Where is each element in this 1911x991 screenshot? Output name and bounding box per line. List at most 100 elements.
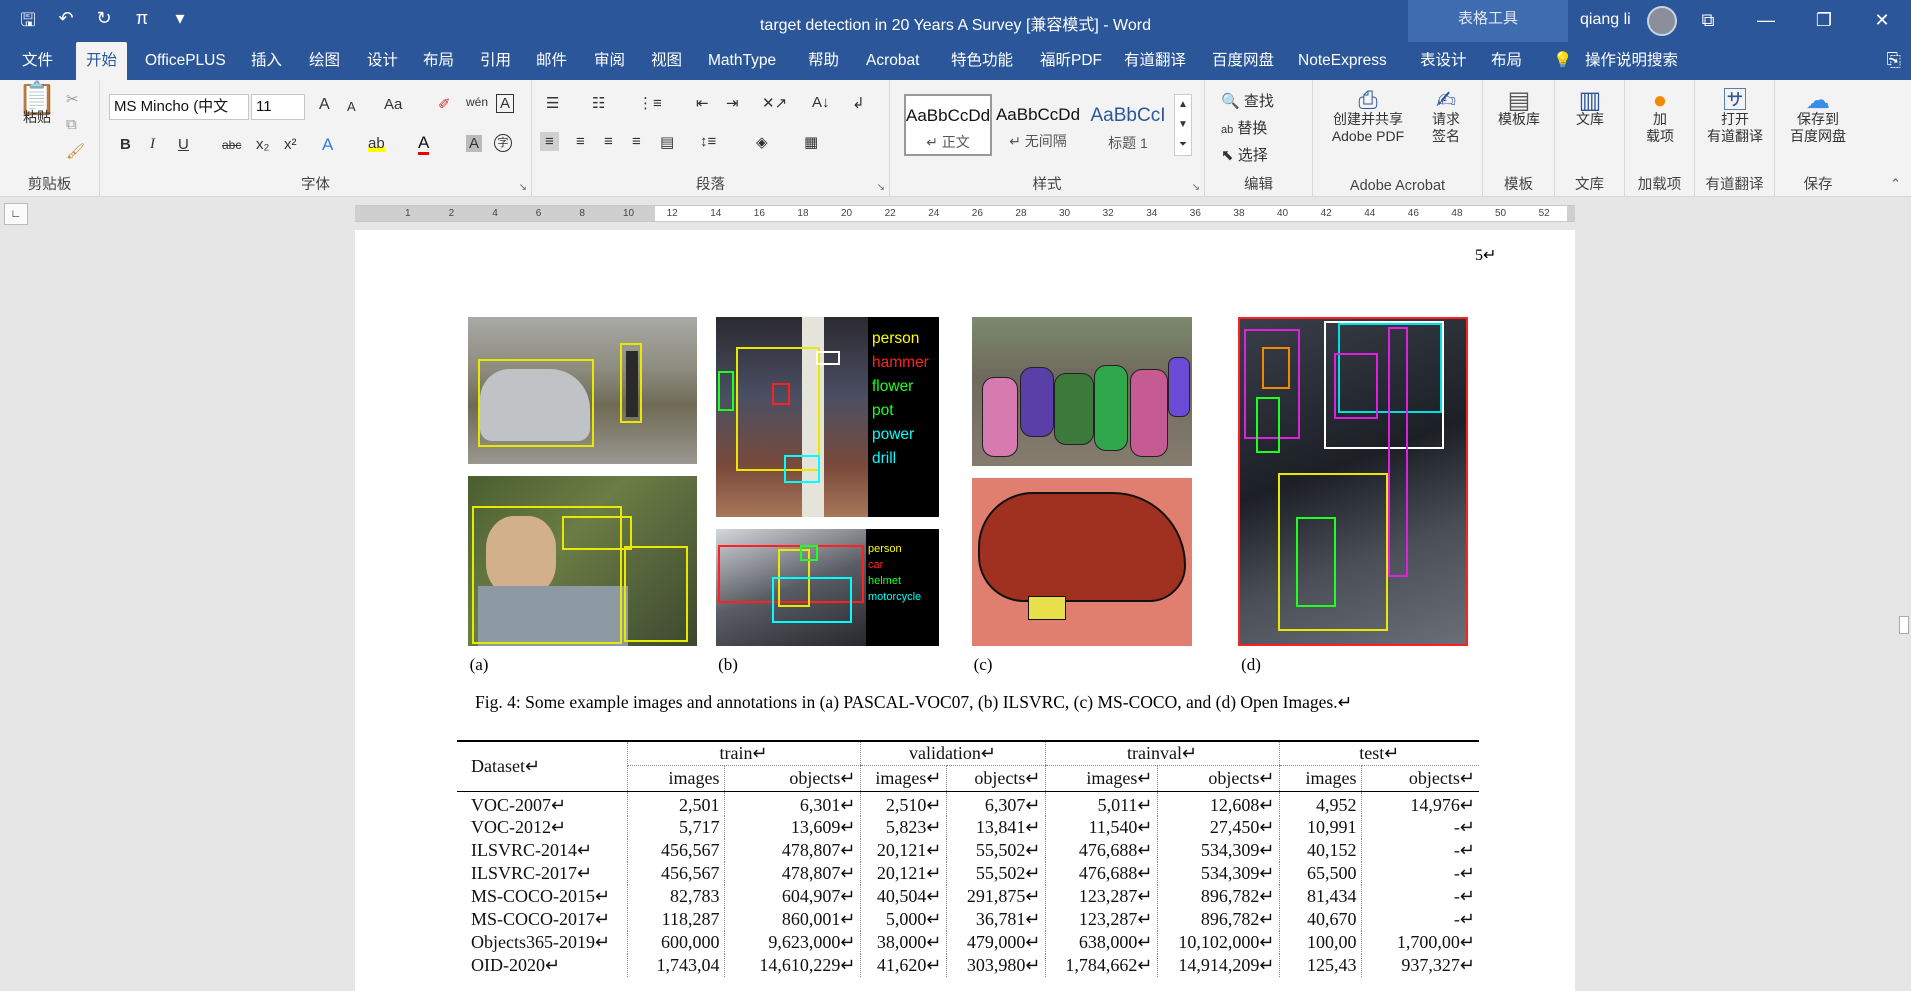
horizontal-ruler[interactable]: 1 2 4 6 8 10 12 14 16 18 20 22 24 26 28 30 32 34 36 38 40 42 4… bbox=[355, 205, 1575, 222]
tab-foxit-pdf[interactable]: 福昕PDF bbox=[1040, 42, 1102, 80]
table-cell[interactable]: 40,152 bbox=[1278, 838, 1361, 862]
select-button[interactable]: ⬉ 选择 bbox=[1221, 144, 1268, 165]
table-cell[interactable]: 9,623,000↵ bbox=[723, 930, 860, 954]
styles-dialog-launcher-icon[interactable]: ↘ bbox=[1192, 182, 1200, 193]
table-cell[interactable]: -↵ bbox=[1360, 838, 1479, 862]
tab-references[interactable]: 引用 bbox=[480, 42, 511, 80]
tab-insert[interactable]: 插入 bbox=[251, 42, 282, 80]
table-cell[interactable]: 123,287↵ bbox=[1044, 884, 1157, 908]
minimize-icon[interactable]: — bbox=[1737, 0, 1795, 42]
table-cell[interactable]: 118,287 bbox=[626, 907, 724, 931]
ribbon-display-options-icon[interactable]: ⧉ bbox=[1679, 0, 1737, 42]
table-cell[interactable]: 291,875↵ bbox=[945, 884, 1045, 908]
change-case-icon[interactable]: Aa bbox=[384, 96, 402, 113]
replace-button[interactable]: ab 替换 bbox=[1221, 117, 1267, 138]
increase-indent-icon[interactable]: ⇥ bbox=[726, 94, 739, 112]
tab-acrobat[interactable]: Acrobat bbox=[866, 42, 919, 80]
dataset-name-cell[interactable]: OID-2020↵ bbox=[457, 954, 627, 977]
char-border-icon[interactable]: A bbox=[496, 94, 515, 113]
table-cell[interactable]: 20,121↵ bbox=[859, 838, 946, 862]
table-cell[interactable]: 1,743,04 bbox=[626, 953, 724, 977]
table-cell[interactable]: 303,980↵ bbox=[945, 953, 1045, 977]
request-signature-button[interactable]: ✍ 请求 签名 bbox=[1421, 89, 1471, 145]
user-name[interactable]: qiang li bbox=[1580, 11, 1631, 29]
tab-view[interactable]: 视图 bbox=[651, 42, 682, 80]
bullets-icon[interactable]: ☰ bbox=[546, 94, 559, 112]
tab-officeplus[interactable]: OfficePLUS bbox=[145, 42, 226, 80]
tab-help[interactable]: 帮助 bbox=[808, 42, 839, 80]
tell-me-search[interactable]: 操作说明搜索 bbox=[1585, 42, 1678, 80]
table-cell[interactable]: 13,609↵ bbox=[723, 815, 860, 839]
tab-review[interactable]: 审阅 bbox=[594, 42, 625, 80]
style-heading-1[interactable]: AaBbCcI 标题 1 bbox=[1084, 94, 1172, 156]
style-no-spacing[interactable]: AaBbCcDd ↵ 无间隔 bbox=[994, 94, 1082, 156]
highlight-icon[interactable]: ab bbox=[368, 135, 385, 152]
table-cell[interactable]: 20,121↵ bbox=[859, 861, 946, 885]
table-cell[interactable]: 1,700,00↵ bbox=[1360, 930, 1479, 954]
bold-button[interactable]: B bbox=[120, 136, 131, 153]
table-cell[interactable]: 36,781↵ bbox=[945, 907, 1045, 931]
table-cell[interactable]: 13,841↵ bbox=[945, 815, 1045, 839]
phonetic-guide-icon[interactable]: wén bbox=[466, 95, 488, 109]
table-cell[interactable]: 5,000↵ bbox=[859, 907, 946, 931]
align-center-icon[interactable]: ≡ bbox=[576, 133, 585, 150]
table-cell[interactable]: 82,783 bbox=[626, 884, 724, 908]
dataset-table[interactable]: Dataset↵ train↵ validation↵ trainval↵ te… bbox=[457, 740, 1479, 977]
table-cell[interactable]: 55,502↵ bbox=[945, 838, 1045, 862]
tab-noteexpress[interactable]: NoteExpress bbox=[1298, 42, 1387, 80]
tab-youdao[interactable]: 有道翻译 bbox=[1124, 42, 1186, 80]
dataset-name-cell[interactable]: VOC-2012↵ bbox=[457, 816, 627, 839]
asian-layout-icon[interactable]: ✕↗ bbox=[762, 94, 787, 112]
table-cell[interactable]: 478,807↵ bbox=[723, 838, 860, 862]
table-cell[interactable]: 41,620↵ bbox=[859, 953, 946, 977]
multilevel-list-icon[interactable]: ⋮≡ bbox=[638, 94, 662, 112]
table-cell[interactable]: 10,991 bbox=[1278, 815, 1361, 839]
table-cell[interactable]: 2,510↵ bbox=[859, 791, 946, 816]
table-cell[interactable]: 100,00 bbox=[1278, 930, 1361, 954]
tab-design[interactable]: 设计 bbox=[367, 42, 398, 80]
enclose-char-icon[interactable]: 字 bbox=[494, 134, 512, 152]
dataset-name-cell[interactable]: VOC-2007↵ bbox=[457, 791, 627, 816]
cut-icon[interactable]: ✂ bbox=[66, 90, 79, 108]
table-cell[interactable]: 1,784,662↵ bbox=[1044, 953, 1157, 977]
restore-icon[interactable]: ❐ bbox=[1795, 0, 1853, 42]
table-cell[interactable]: 456,567 bbox=[626, 861, 724, 885]
clear-format-icon[interactable]: ✐ bbox=[438, 95, 451, 113]
tab-features[interactable]: 特色功能 bbox=[951, 42, 1013, 80]
style-normal[interactable]: AaBbCcDd ↵ 正文 bbox=[904, 94, 992, 156]
table-cell[interactable]: 604,907↵ bbox=[723, 884, 860, 908]
table-cell[interactable]: -↵ bbox=[1360, 861, 1479, 885]
format-painter-icon[interactable]: 🖌 bbox=[66, 142, 85, 160]
dataset-name-cell[interactable]: MS-COCO-2017↵ bbox=[457, 908, 627, 931]
tab-home[interactable]: 开始 bbox=[76, 42, 128, 80]
template-library-button[interactable]: ▤ 模板库 bbox=[1489, 89, 1549, 128]
show-marks-icon[interactable]: ↲ bbox=[852, 94, 865, 112]
table-cell[interactable]: 896,782↵ bbox=[1156, 907, 1279, 931]
dataset-name-cell[interactable]: ILSVRC-2014↵ bbox=[457, 839, 627, 862]
table-cell[interactable]: 81,434 bbox=[1278, 884, 1361, 908]
table-cell[interactable]: 456,567 bbox=[626, 838, 724, 862]
vertical-scrollbar[interactable] bbox=[1897, 230, 1911, 991]
subscript-button[interactable]: x₂ bbox=[256, 136, 269, 153]
tab-layout[interactable]: 布局 bbox=[423, 42, 454, 80]
shading-icon[interactable]: ◈ bbox=[756, 133, 768, 151]
table-cell[interactable]: 123,287↵ bbox=[1044, 907, 1157, 931]
scrollbar-thumb[interactable] bbox=[1899, 616, 1909, 634]
tab-baidu[interactable]: 百度网盘 bbox=[1212, 42, 1274, 80]
distributed-icon[interactable]: ▤ bbox=[660, 133, 674, 151]
paste-button[interactable]: 📋 粘贴 bbox=[14, 82, 60, 126]
line-spacing-icon[interactable]: ↕≡ bbox=[700, 133, 716, 150]
table-cell[interactable]: 65,500 bbox=[1278, 861, 1361, 885]
dataset-name-cell[interactable]: ILSVRC-2017↵ bbox=[457, 862, 627, 885]
justify-icon[interactable]: ≡ bbox=[632, 133, 641, 150]
grow-font-icon[interactable]: A bbox=[319, 96, 330, 114]
table-cell[interactable]: 478,807↵ bbox=[723, 861, 860, 885]
table-cell[interactable]: 40,670 bbox=[1278, 907, 1361, 931]
table-cell[interactable]: 14,914,209↵ bbox=[1156, 953, 1279, 977]
table-cell[interactable]: 479,000↵ bbox=[945, 930, 1045, 954]
superscript-button[interactable]: x² bbox=[284, 136, 297, 153]
table-cell[interactable]: 38,000↵ bbox=[859, 930, 946, 954]
styles-gallery-scroll[interactable]: ▲ ▼ ⏷ bbox=[1174, 94, 1192, 156]
table-cell[interactable]: 27,450↵ bbox=[1156, 815, 1279, 839]
font-size-select[interactable]: 11 bbox=[251, 94, 305, 120]
